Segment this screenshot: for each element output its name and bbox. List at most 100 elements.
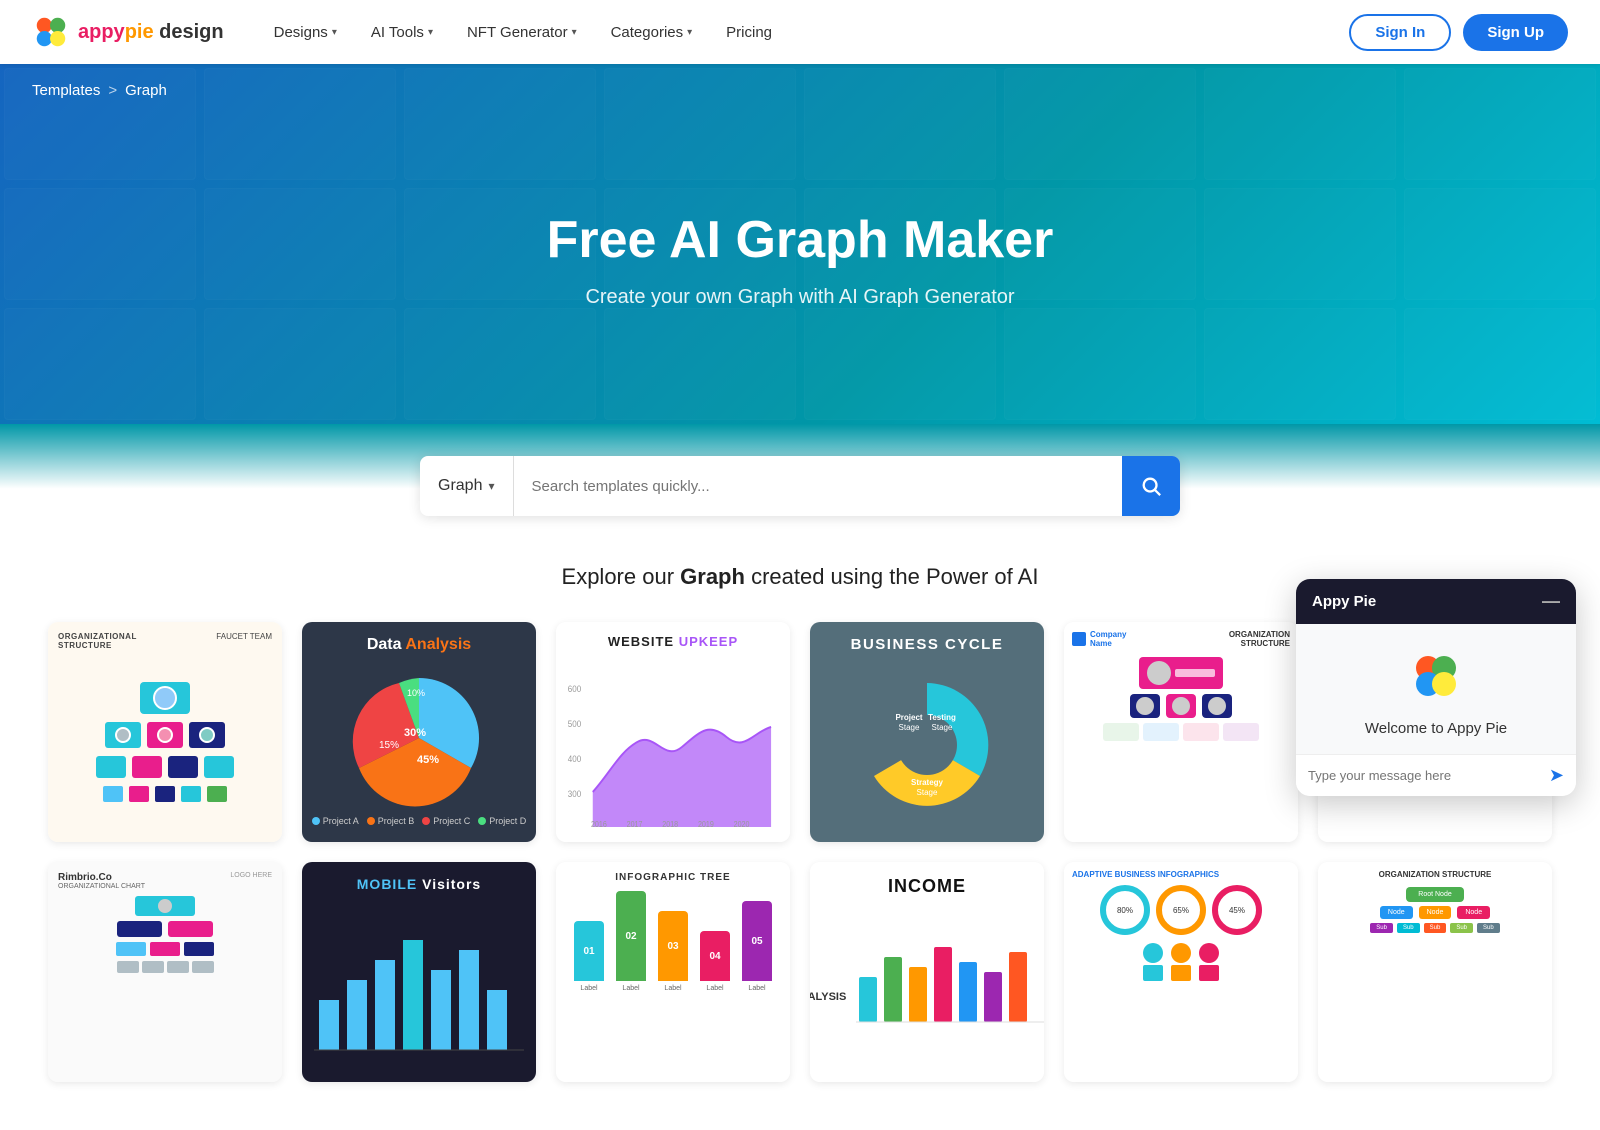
search-category-label: Graph: [438, 477, 482, 495]
logo-text-part2: pie: [125, 21, 154, 43]
hero-subtitle: Create your own Graph with AI Graph Gene…: [547, 286, 1054, 309]
chat-close-button[interactable]: —: [1542, 591, 1560, 612]
nav-designs[interactable]: Designs ▾: [260, 16, 351, 49]
signin-button[interactable]: Sign In: [1349, 14, 1451, 51]
infographic-content: INFOGRAPHIC TREE 01 Label 02 Label: [556, 862, 790, 1082]
svg-text:Stage: Stage: [932, 723, 953, 732]
adaptive-content: ADAPTIVE BUSINESS INFOGRAPHICS 80% 65% 4…: [1064, 862, 1298, 1082]
navbar: appypie design Designs ▾ AI Tools ▾ NFT …: [0, 0, 1600, 64]
search-icon: [1140, 475, 1162, 497]
colorful-org-content: ORGANIZATION STRUCTURE Root Node Node No…: [1318, 862, 1552, 1082]
svg-text:600: 600: [568, 684, 582, 695]
chat-header: Appy Pie —: [1296, 579, 1576, 624]
template-card-colorful-org[interactable]: ORGANIZATION STRUCTURE Root Node Node No…: [1318, 862, 1552, 1082]
svg-text:400: 400: [568, 754, 582, 765]
logo[interactable]: appypie design: [32, 13, 224, 51]
rimbrio-content: Rimbrio.Co ORGANIZATIONAL CHART LOGO HER…: [48, 862, 282, 1082]
pie-legend: Project A Project B Project C Project D: [312, 816, 527, 826]
chat-welcome-text: Welcome to Appy Pie: [1365, 720, 1507, 737]
svg-text:300: 300: [568, 789, 582, 800]
logo-text-part3: design: [154, 21, 224, 43]
mobile-visitors-title: MOBILE Visitors: [302, 876, 536, 892]
template-card-income-analysis[interactable]: INCOME ANALYSIS: [810, 862, 1044, 1082]
income-chart: [846, 919, 1044, 1035]
template-card-infographic-tree[interactable]: INFOGRAPHIC TREE 01 Label 02 Label: [556, 862, 790, 1082]
svg-text:Stage: Stage: [917, 788, 938, 797]
send-icon: ➤: [1549, 765, 1564, 785]
signup-button[interactable]: Sign Up: [1463, 14, 1568, 51]
template-card-business-cycle[interactable]: BUSINESS CYCLE Testing Stage Project: [810, 622, 1044, 842]
ai-tools-chevron-icon: ▾: [428, 27, 433, 38]
chat-send-button[interactable]: ➤: [1549, 765, 1564, 786]
svg-text:2019: 2019: [698, 820, 714, 829]
org-row-2: [96, 756, 234, 778]
svg-text:10%: 10%: [407, 688, 425, 698]
svg-text:Strategy: Strategy: [911, 778, 944, 787]
org2-content: CompanyName ORGANIZATION STRUCTURE: [1064, 622, 1298, 842]
chat-logo-icon: [1408, 648, 1464, 704]
nav-ai-tools[interactable]: AI Tools ▾: [357, 16, 447, 49]
business-cycle-title: BUSINESS CYCLE: [810, 636, 1044, 653]
chat-header-title: Appy Pie: [1312, 593, 1376, 610]
org-label: ORGANIZATIONALSTRUCTURE: [58, 632, 137, 650]
svg-text:15%: 15%: [379, 740, 399, 751]
logo-text-part1: appy: [78, 21, 125, 43]
nav-links: Designs ▾ AI Tools ▾ NFT Generator ▾ Cat…: [260, 16, 1350, 49]
template-card-org-structure-2[interactable]: CompanyName ORGANIZATION STRUCTURE: [1064, 622, 1298, 842]
org-nodes: [48, 652, 282, 812]
template-card-data-analysis[interactable]: Data Analysis 30% 45% 15%: [302, 622, 536, 842]
svg-text:500: 500: [568, 719, 582, 730]
bar-chart: [302, 920, 536, 1065]
chat-body: Welcome to Appy Pie: [1296, 624, 1576, 754]
income-title: INCOME: [810, 876, 1044, 897]
svg-text:30%: 30%: [404, 727, 426, 739]
breadcrumb: Templates > Graph: [32, 82, 167, 99]
nav-nft-generator[interactable]: NFT Generator ▾: [453, 16, 591, 49]
org-top-node: [140, 682, 190, 714]
breadcrumb-current: Graph: [125, 82, 167, 99]
website-upkeep-title: WEBSITE UPKEEP: [556, 634, 790, 649]
svg-text:Stage: Stage: [899, 723, 920, 732]
hero-title: Free AI Graph Maker: [547, 210, 1054, 270]
breadcrumb-separator: >: [108, 82, 117, 99]
logo-icon: [32, 13, 70, 51]
nav-pricing[interactable]: Pricing: [712, 16, 786, 49]
hero-content: Free AI Graph Maker Create your own Grap…: [547, 210, 1054, 309]
org-row-1: [105, 722, 225, 748]
template-card-adaptive[interactable]: ADAPTIVE BUSINESS INFOGRAPHICS 80% 65% 4…: [1064, 862, 1298, 1082]
pie-chart: 30% 45% 15% 10% Project A Project B Proj…: [312, 668, 527, 826]
area-chart: 600 500 400 300 2016 2017 2018 2019 2020: [556, 622, 790, 842]
categories-chevron-icon: ▾: [687, 27, 692, 38]
hero-section: Templates > Graph Free AI Graph Maker Cr…: [0, 64, 1600, 424]
chat-input-row: ➤: [1296, 754, 1576, 796]
svg-text:2017: 2017: [627, 820, 643, 829]
nav-actions: Sign In Sign Up: [1349, 14, 1568, 51]
donut-chart: Testing Stage Project Stage Strategy Sta…: [847, 665, 1007, 830]
chat-widget: Appy Pie — Welcome to Appy Pie ➤: [1296, 579, 1576, 796]
search-category-dropdown[interactable]: Graph ▾: [420, 456, 514, 516]
income-subtitle: ANALYSIS: [810, 991, 846, 1003]
data-analysis-title: Data Analysis: [302, 636, 536, 654]
logo-text: appypie design: [78, 21, 224, 44]
search-section: Graph ▾: [0, 424, 1600, 532]
org-row-3: [103, 786, 227, 802]
svg-text:2020: 2020: [734, 820, 750, 829]
search-input[interactable]: [514, 456, 1123, 516]
breadcrumb-templates[interactable]: Templates: [32, 82, 100, 99]
search-bar: Graph ▾: [420, 456, 1180, 516]
nft-chevron-icon: ▾: [572, 27, 577, 38]
search-category-chevron-icon: ▾: [488, 479, 494, 493]
svg-text:2016: 2016: [591, 820, 607, 829]
svg-text:Project: Project: [895, 713, 922, 722]
org-label-right: FAUCET TEAM: [216, 632, 272, 641]
chat-input[interactable]: [1308, 768, 1541, 783]
nav-categories[interactable]: Categories ▾: [597, 16, 707, 49]
search-button[interactable]: [1122, 456, 1180, 516]
template-card-rimbrio[interactable]: Rimbrio.Co ORGANIZATIONAL CHART LOGO HER…: [48, 862, 282, 1082]
svg-text:2018: 2018: [662, 820, 678, 829]
svg-text:Testing: Testing: [928, 713, 956, 722]
designs-chevron-icon: ▾: [332, 27, 337, 38]
template-card-org-structure[interactable]: ORGANIZATIONALSTRUCTURE FAUCET TEAM: [48, 622, 282, 842]
template-card-website-upkeep[interactable]: WEBSITE UPKEEP 600 500 400 300 2016: [556, 622, 790, 842]
template-card-mobile-visitors[interactable]: MOBILE Visitors: [302, 862, 536, 1082]
